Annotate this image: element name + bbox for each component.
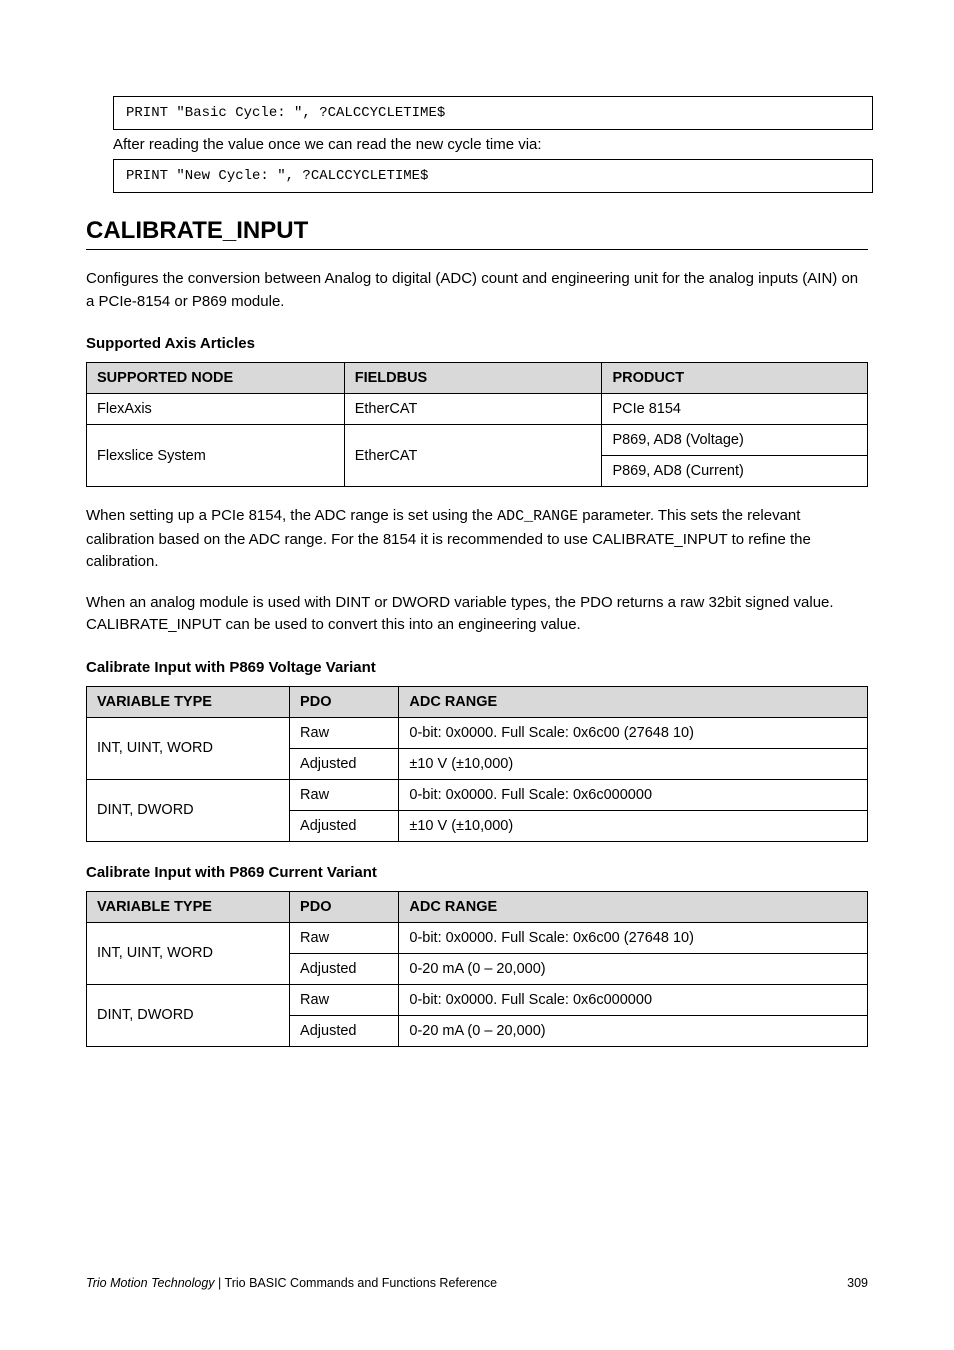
- section-rule: [86, 249, 868, 250]
- cell-adc: 0-20 mA (0 – 20,000): [399, 953, 868, 984]
- cell-pdo: Raw: [290, 984, 399, 1015]
- footer-company: Trio Motion Technology: [86, 1276, 215, 1290]
- cell-pdo: Raw: [290, 779, 399, 810]
- code-line-2: PRINT "New Cycle: ", ?CALCCYCLETIME$: [113, 159, 873, 193]
- cell-adc: 0-20 mA (0 – 20,000): [399, 1015, 868, 1046]
- th-product: PRODUCT: [602, 363, 868, 394]
- cell-adc: 0-bit: 0x0000. Full Scale: 0x6c000000: [399, 779, 868, 810]
- cell-vartype: DINT, DWORD: [87, 779, 290, 841]
- table-row: INT, UINT, WORD Raw 0-bit: 0x0000. Full …: [87, 717, 868, 748]
- cell-product: P869, AD8 (Voltage): [602, 425, 868, 456]
- code-text: PRINT "New Cycle: ", ?CALCCYCLETIME$: [126, 168, 428, 184]
- th-vartype: VARIABLE TYPE: [87, 686, 290, 717]
- code-inter-text: After reading the value once we can read…: [113, 136, 868, 153]
- footer-left: Trio Motion Technology | Trio BASIC Comm…: [86, 1276, 497, 1290]
- section-heading: CALIBRATE_INPUT: [86, 217, 868, 245]
- th-adc-range: ADC RANGE: [399, 686, 868, 717]
- table-supported-axis: SUPPORTED NODE FIELDBUS PRODUCT FlexAxis…: [86, 362, 868, 487]
- th-adc-range: ADC RANGE: [399, 891, 868, 922]
- table-header-row: VARIABLE TYPE PDO ADC RANGE: [87, 891, 868, 922]
- cell-adc: ±10 V (±10,000): [399, 810, 868, 841]
- table-voltage: VARIABLE TYPE PDO ADC RANGE INT, UINT, W…: [86, 686, 868, 842]
- para-1: Configures the conversion between Analog…: [86, 268, 868, 313]
- cell-fieldbus: EtherCAT: [344, 394, 602, 425]
- table-header-row: VARIABLE TYPE PDO ADC RANGE: [87, 686, 868, 717]
- th-fieldbus: FIELDBUS: [344, 363, 602, 394]
- table-row: Flexslice System EtherCAT P869, AD8 (Vol…: [87, 425, 868, 456]
- cell-product: P869, AD8 (Current): [602, 456, 868, 487]
- cell-vartype: INT, UINT, WORD: [87, 717, 290, 779]
- cell-pdo: Adjusted: [290, 748, 399, 779]
- table-row: DINT, DWORD Raw 0-bit: 0x0000. Full Scal…: [87, 984, 868, 1015]
- cell-pdo: Adjusted: [290, 810, 399, 841]
- cell-product: PCIe 8154: [602, 394, 868, 425]
- cell-pdo: Raw: [290, 922, 399, 953]
- cell-node: FlexAxis: [87, 394, 345, 425]
- footer-doc-title: Trio BASIC Commands and Functions Refere…: [225, 1276, 498, 1290]
- th-pdo: PDO: [290, 686, 399, 717]
- cell-adc: 0-bit: 0x0000. Full Scale: 0x6c00 (27648…: [399, 922, 868, 953]
- cell-adc: 0-bit: 0x0000. Full Scale: 0x6c00 (27648…: [399, 717, 868, 748]
- cell-pdo: Adjusted: [290, 953, 399, 984]
- th-supported-node: SUPPORTED NODE: [87, 363, 345, 394]
- th-pdo: PDO: [290, 891, 399, 922]
- code-line-1: PRINT "Basic Cycle: ", ?CALCCYCLETIME$: [113, 96, 873, 130]
- table-row: DINT, DWORD Raw 0-bit: 0x0000. Full Scal…: [87, 779, 868, 810]
- para-text: When setting up a PCIe 8154, the ADC ran…: [86, 507, 497, 524]
- table1-caption: Supported Axis Articles: [86, 335, 868, 352]
- para-2: When setting up a PCIe 8154, the ADC ran…: [86, 505, 868, 574]
- th-vartype: VARIABLE TYPE: [87, 891, 290, 922]
- cell-node: Flexslice System: [87, 425, 345, 487]
- table-current: VARIABLE TYPE PDO ADC RANGE INT, UINT, W…: [86, 891, 868, 1047]
- cell-fieldbus: EtherCAT: [344, 425, 602, 487]
- table-row: FlexAxis EtherCAT PCIe 8154: [87, 394, 868, 425]
- cell-adc: ±10 V (±10,000): [399, 748, 868, 779]
- cell-pdo: Adjusted: [290, 1015, 399, 1046]
- table3-caption: Calibrate Input with P869 Current Varian…: [86, 864, 868, 881]
- table-header-row: SUPPORTED NODE FIELDBUS PRODUCT: [87, 363, 868, 394]
- footer-page-number: 309: [847, 1276, 868, 1290]
- cell-pdo: Raw: [290, 717, 399, 748]
- param-name: ADC_RANGE: [497, 508, 578, 525]
- cell-vartype: DINT, DWORD: [87, 984, 290, 1046]
- cell-vartype: INT, UINT, WORD: [87, 922, 290, 984]
- para-3: When an analog module is used with DINT …: [86, 592, 868, 637]
- table2-caption: Calibrate Input with P869 Voltage Varian…: [86, 659, 868, 676]
- cell-adc: 0-bit: 0x0000. Full Scale: 0x6c000000: [399, 984, 868, 1015]
- table-row: INT, UINT, WORD Raw 0-bit: 0x0000. Full …: [87, 922, 868, 953]
- page-footer: Trio Motion Technology | Trio BASIC Comm…: [86, 1276, 868, 1290]
- code-text: PRINT "Basic Cycle: ", ?CALCCYCLETIME$: [126, 105, 445, 121]
